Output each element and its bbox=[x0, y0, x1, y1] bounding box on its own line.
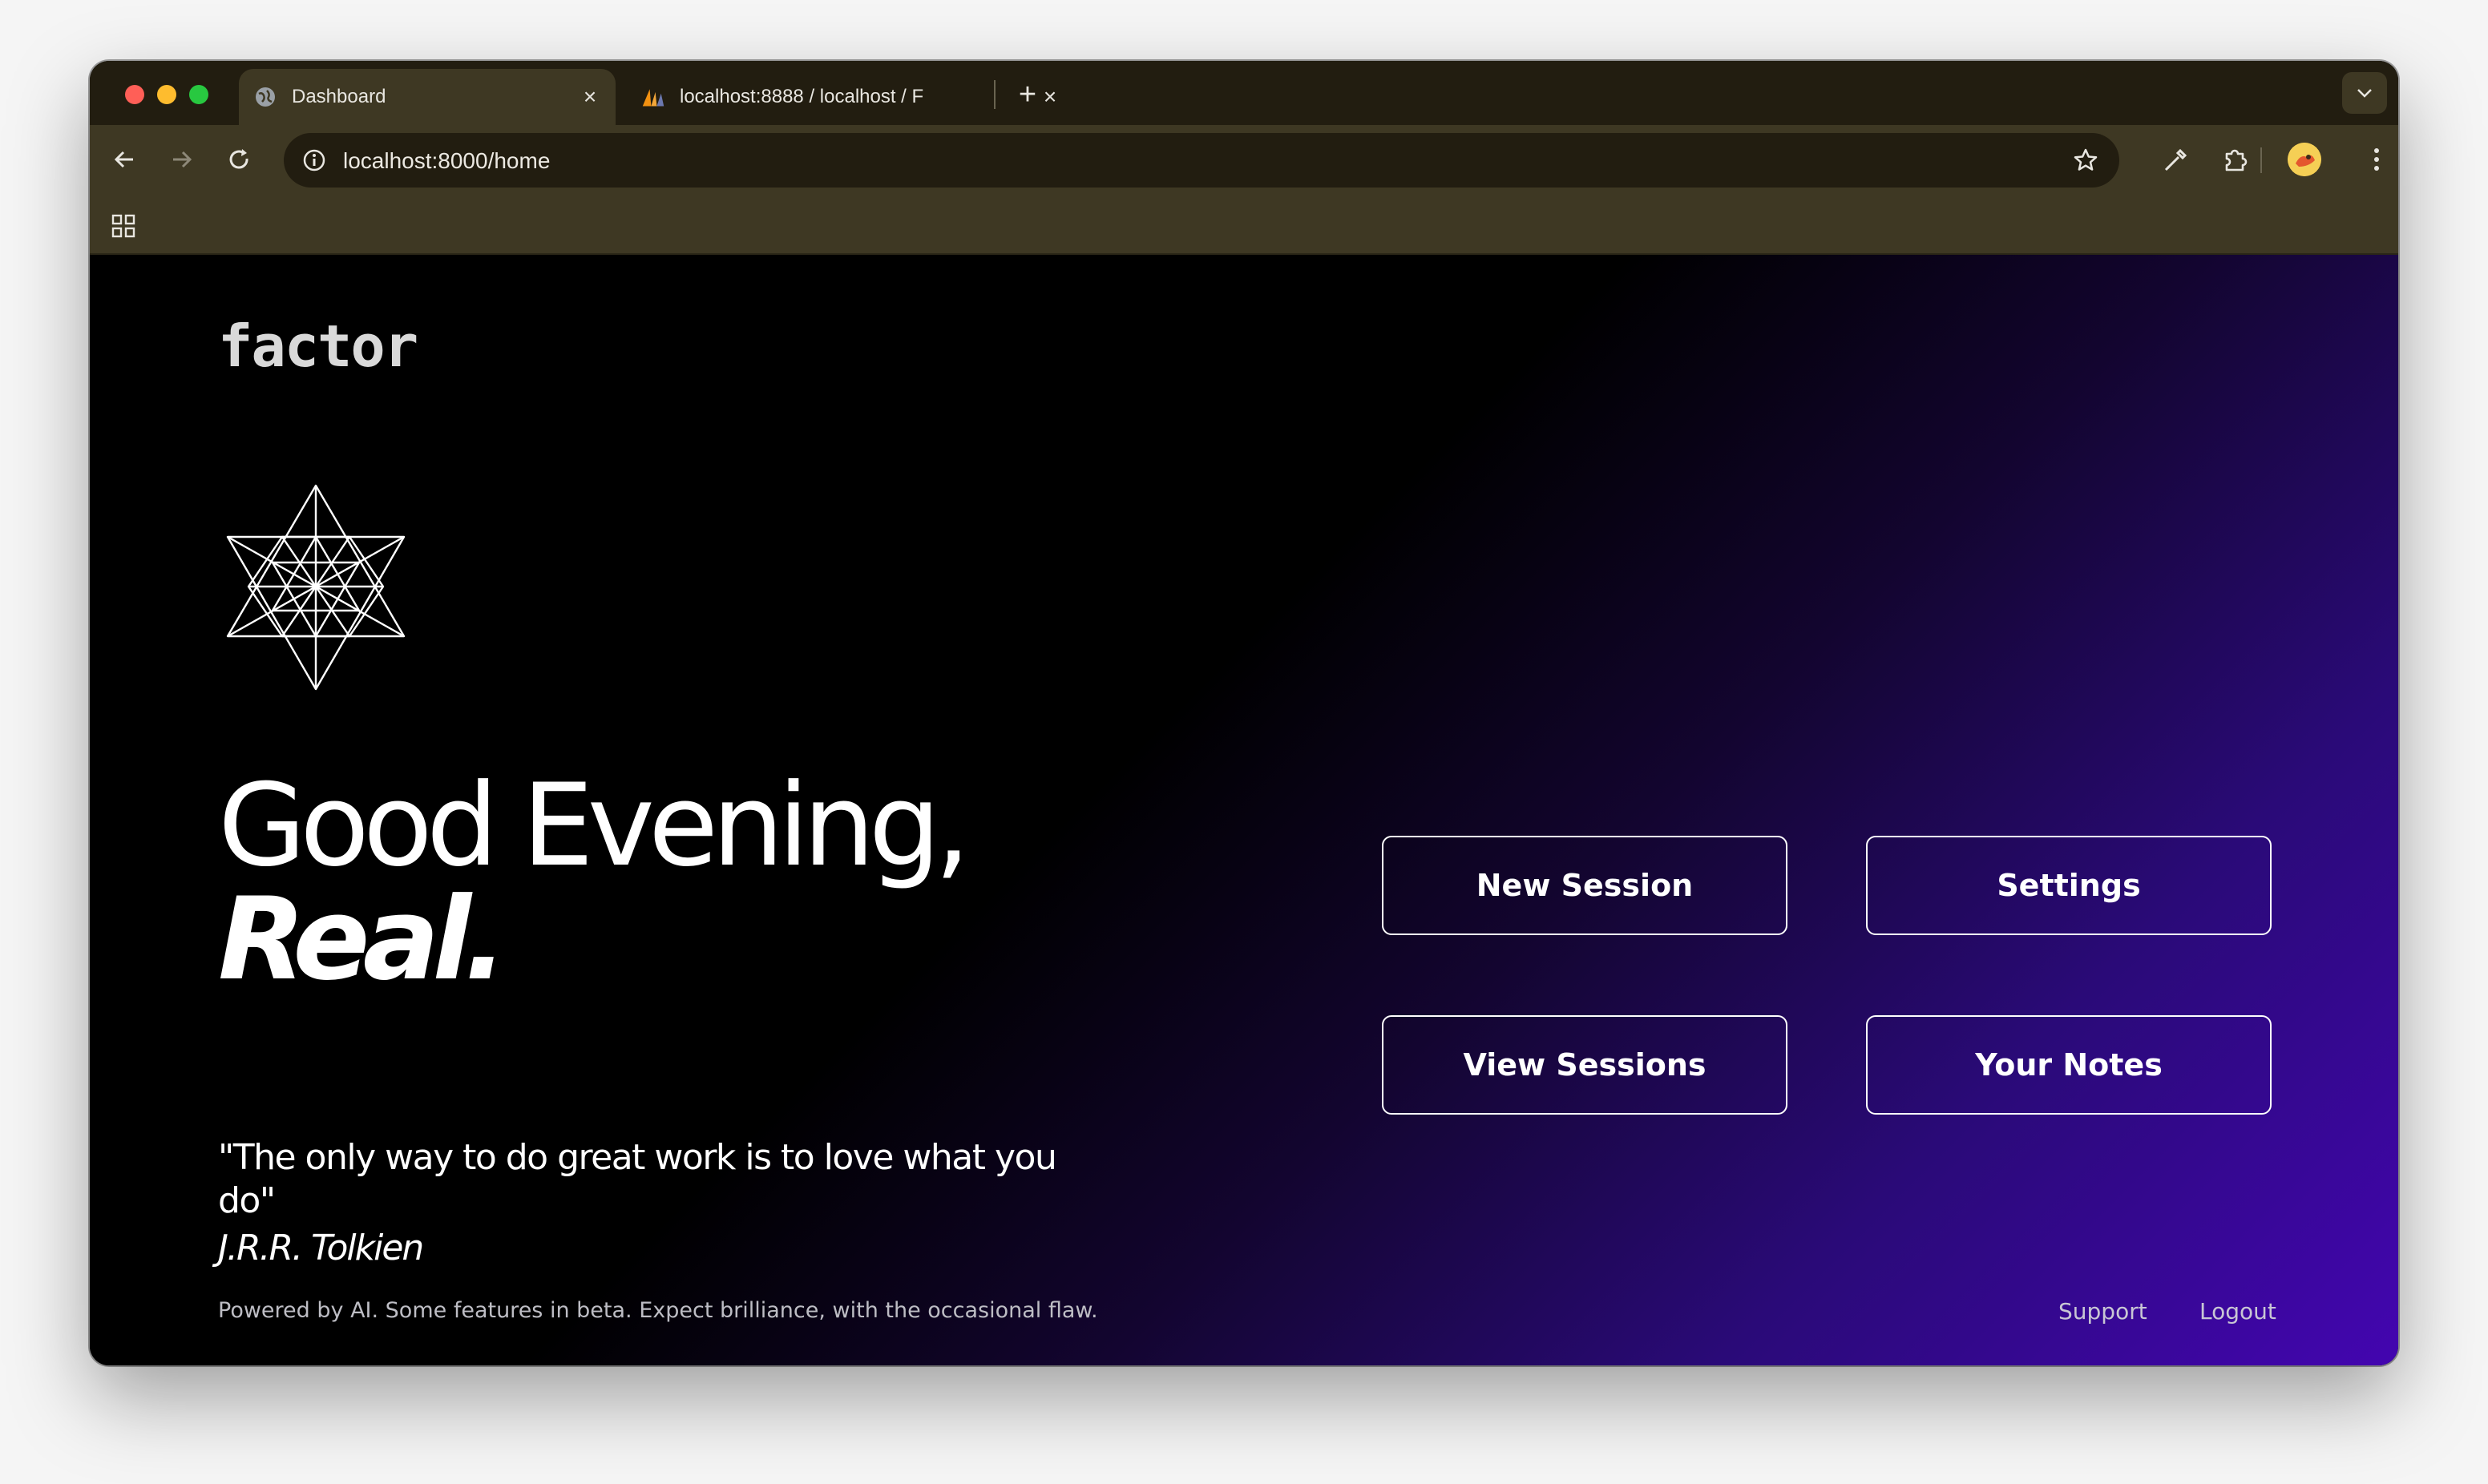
browser-toolbar: localhost:8000/home bbox=[90, 125, 2398, 194]
phpmyadmin-sail-icon bbox=[641, 85, 665, 109]
tab-dashboard[interactable]: Dashboard × bbox=[239, 69, 616, 125]
tab-strip: Dashboard × localhost:8888 / localhost /… bbox=[90, 61, 2398, 125]
support-link[interactable]: Support bbox=[2058, 1298, 2147, 1325]
new-tab-icon[interactable]: + bbox=[1010, 77, 1045, 112]
new-session-button[interactable]: New Session bbox=[1382, 836, 1787, 935]
greeting-text: Good Evening, bbox=[218, 760, 971, 892]
back-icon[interactable] bbox=[106, 141, 143, 178]
settings-button[interactable]: Settings bbox=[1866, 836, 2272, 935]
tab-phpmyadmin[interactable]: localhost:8888 / localhost / F × bbox=[627, 69, 1076, 125]
view-sessions-button[interactable]: View Sessions bbox=[1382, 1015, 1787, 1115]
address-bar[interactable]: localhost:8000/home bbox=[284, 133, 2119, 188]
tab-separator bbox=[994, 80, 996, 109]
close-tab-icon[interactable]: × bbox=[574, 81, 606, 113]
reload-icon[interactable] bbox=[221, 141, 258, 178]
extensions-puzzle-icon[interactable] bbox=[2217, 141, 2254, 178]
forward-icon[interactable] bbox=[164, 141, 200, 178]
browser-menu-icon[interactable] bbox=[2358, 141, 2395, 178]
merkaba-star-icon bbox=[226, 484, 406, 691]
user-name: Real. bbox=[218, 873, 507, 1006]
address-bar-url[interactable]: localhost:8000/home bbox=[343, 148, 550, 174]
apps-grid-icon[interactable] bbox=[107, 210, 139, 242]
your-notes-button[interactable]: Your Notes bbox=[1866, 1015, 2272, 1115]
bookmarks-bar bbox=[90, 194, 2398, 255]
eyedropper-extension-icon[interactable] bbox=[2158, 141, 2195, 178]
tab-search-button[interactable] bbox=[2342, 72, 2387, 114]
bookmark-star-icon[interactable] bbox=[2070, 144, 2102, 176]
close-window-button[interactable] bbox=[125, 85, 144, 104]
greeting-heading: Good Evening, Real. bbox=[218, 769, 971, 1006]
logout-link[interactable]: Logout bbox=[2199, 1298, 2276, 1325]
minimize-window-button[interactable] bbox=[157, 85, 176, 104]
dashboard-page: factor Good Evening, Real. "The only way… bbox=[90, 255, 2398, 1365]
footer-disclaimer: Powered by AI. Some features in beta. Ex… bbox=[218, 1298, 1098, 1323]
globe-icon bbox=[253, 85, 277, 109]
site-info-icon[interactable] bbox=[298, 144, 330, 176]
maximize-window-button[interactable] bbox=[189, 85, 208, 104]
browser-window: Dashboard × localhost:8888 / localhost /… bbox=[90, 61, 2398, 1365]
profile-avatar[interactable] bbox=[2288, 143, 2321, 176]
quote-text: "The only way to do great work is to lov… bbox=[218, 1137, 1057, 1221]
chevron-down-icon bbox=[2357, 89, 2372, 98]
factor-logo[interactable]: factor bbox=[218, 313, 418, 380]
tab-title: Dashboard bbox=[292, 86, 386, 107]
tab-title: localhost:8888 / localhost / F bbox=[680, 86, 924, 107]
toolbar-separator bbox=[2260, 147, 2262, 173]
quote-author: J.R.R. Tolkien bbox=[218, 1228, 424, 1268]
